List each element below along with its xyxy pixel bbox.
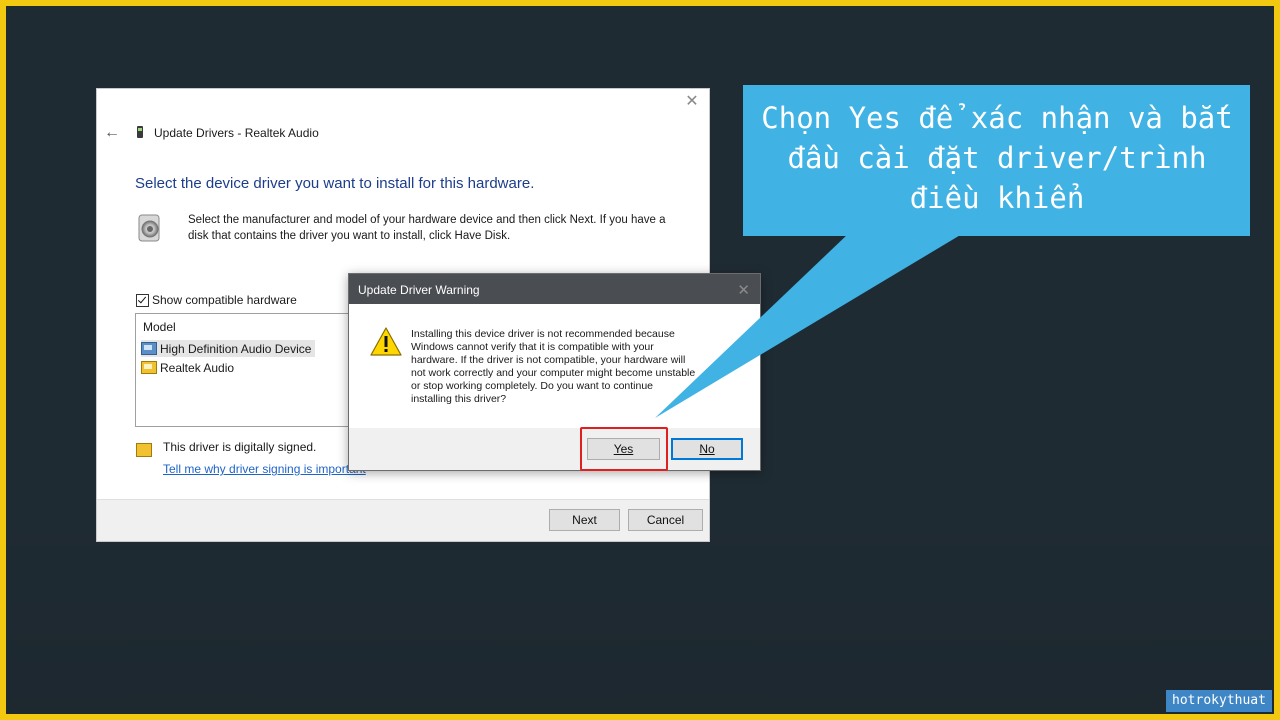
- show-compatible-checkbox[interactable]: [136, 293, 149, 307]
- dialog-title: Update Driver Warning: [358, 283, 480, 297]
- update-driver-warning-dialog: Update Driver Warning ✕ Installing this …: [348, 273, 761, 471]
- close-icon[interactable]: ✕: [685, 94, 699, 110]
- window-title: Update Drivers - Realtek Audio: [154, 126, 319, 140]
- yes-highlight-box: [580, 427, 668, 471]
- warning-message: Installing this device driver is not rec…: [411, 328, 696, 405]
- show-compatible-row: Show compatible hardware: [136, 293, 297, 307]
- dialog-footer: Yes No: [349, 428, 760, 470]
- list-item-label: High Definition Audio Device: [160, 341, 312, 356]
- speaker-icon: [138, 214, 160, 242]
- device-icon: [137, 126, 143, 138]
- watermark: hotrokythuat: [1166, 690, 1272, 712]
- back-arrow-icon[interactable]: ←: [104, 125, 120, 141]
- dialog-titlebar: Update Driver Warning ✕: [349, 274, 760, 304]
- list-item-label: Realtek Audio: [160, 360, 235, 375]
- monitor-icon: [141, 342, 157, 355]
- signed-status-text: This driver is digitally signed.: [163, 440, 317, 454]
- next-button[interactable]: Next: [549, 509, 620, 531]
- driver-signing-link[interactable]: Tell me why driver signing is important: [163, 462, 366, 476]
- instruction-text: Select the manufacturer and model of you…: [188, 214, 666, 242]
- callout-text: Chọn Yes để xác nhận và bắt đầu cài đặt …: [761, 101, 1233, 215]
- model-list: Model High Definition Audio Device Realt…: [135, 313, 367, 427]
- wizard-footer: Next Cancel: [97, 499, 709, 541]
- no-button[interactable]: No: [671, 438, 743, 460]
- warning-icon: [370, 327, 402, 356]
- close-icon[interactable]: ✕: [737, 281, 750, 299]
- no-button-label: No: [699, 442, 715, 456]
- driver-icon: [141, 361, 157, 374]
- show-compatible-label: Show compatible hardware: [152, 293, 297, 307]
- model-column-header: Model: [143, 320, 176, 334]
- page-heading: Select the device driver you want to ins…: [135, 175, 535, 192]
- signed-driver-icon: [136, 443, 152, 457]
- list-item[interactable]: Realtek Audio: [141, 359, 238, 376]
- list-item[interactable]: High Definition Audio Device: [141, 340, 316, 357]
- cancel-button[interactable]: Cancel: [628, 509, 703, 531]
